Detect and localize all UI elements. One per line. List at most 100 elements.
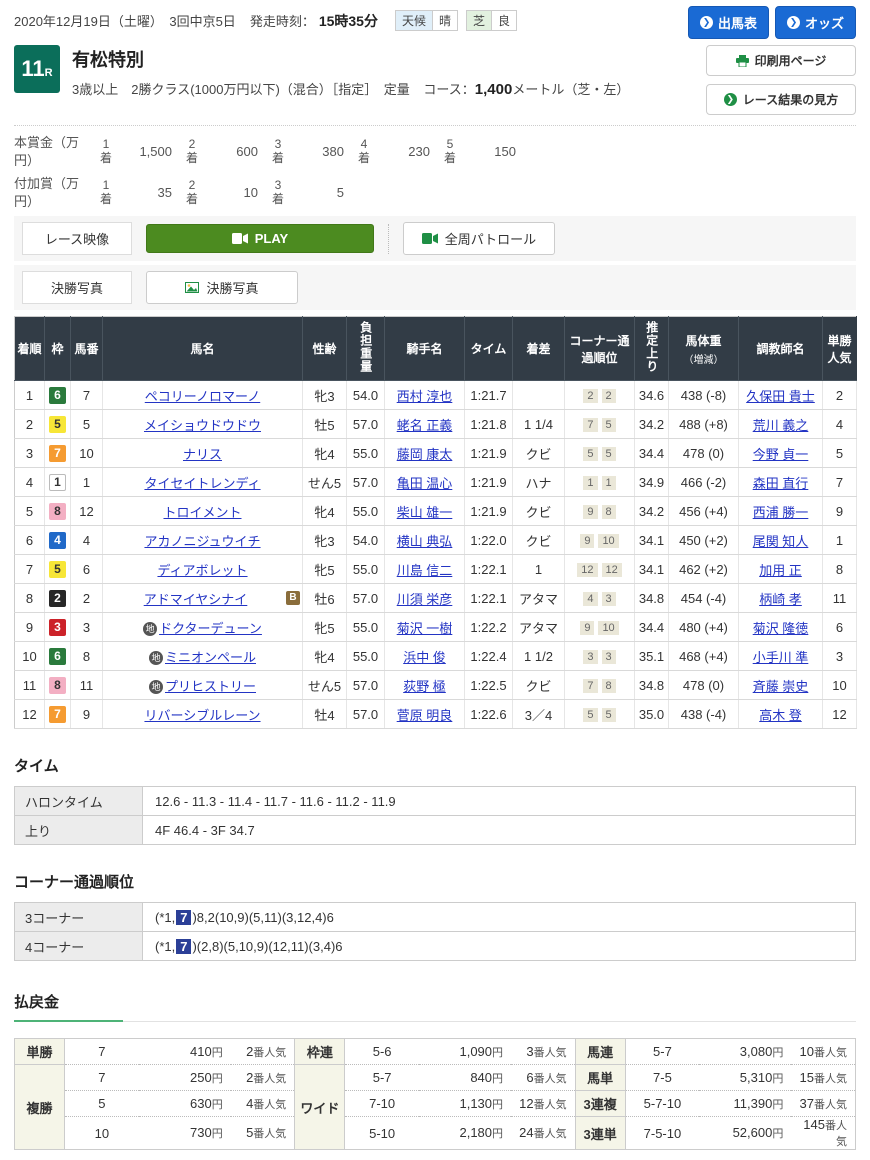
- photo-icon: [185, 282, 199, 293]
- payout-popularity-suffix: 番人気: [814, 1073, 847, 1085]
- trainer-link[interactable]: 小手川 準: [753, 650, 809, 665]
- time-cell: 1:21.9: [465, 497, 513, 526]
- last-3f-cell: 34.2: [635, 497, 669, 526]
- jockey-link[interactable]: 荻野 極: [403, 679, 446, 694]
- last-3f-cell: 34.1: [635, 555, 669, 584]
- corner-order-pre: (*1,: [155, 939, 175, 954]
- finish-position: 12: [15, 700, 45, 729]
- jockey-link[interactable]: 柴山 雄一: [397, 505, 453, 520]
- prize-place-number: 4: [361, 138, 368, 152]
- finish-position: 4: [15, 468, 45, 497]
- horse-link[interactable]: ディアボレット: [157, 563, 247, 578]
- result-guide-button[interactable]: ❯ レース結果の見方: [706, 84, 856, 115]
- last-up-label: 上り: [15, 816, 143, 845]
- jockey-link[interactable]: 西村 淳也: [397, 389, 453, 404]
- payout-popularity: 15番人気: [791, 1065, 855, 1091]
- odds-button[interactable]: ❯オッズ: [775, 6, 856, 39]
- payout-popularity-number: 6: [526, 1070, 533, 1085]
- corner-position: 9: [580, 534, 594, 548]
- payout-yen-suffix: 円: [492, 1099, 503, 1111]
- jockey-cell: 亀田 温心: [385, 468, 465, 497]
- jockey-link[interactable]: 亀田 温心: [397, 476, 453, 491]
- horse-link[interactable]: メイショウドウドウ: [144, 418, 261, 433]
- finish-photo-button[interactable]: 決勝写真: [146, 271, 298, 304]
- trainer-cell: 斉藤 崇史: [739, 671, 823, 700]
- jockey-cell: 浜中 俊: [385, 642, 465, 671]
- horse-link[interactable]: ペコリーノロマーノ: [145, 389, 260, 404]
- trainer-link[interactable]: 荒川 義之: [753, 418, 809, 433]
- trainer-link[interactable]: 西浦 勝一: [753, 505, 809, 520]
- print-page-button[interactable]: 印刷用ページ: [706, 45, 856, 76]
- payout-amount-number: 3,080: [740, 1044, 773, 1059]
- trainer-cell: 菊沢 隆徳: [739, 613, 823, 642]
- shutsubahyo-button[interactable]: ❯出馬表: [688, 6, 769, 39]
- col-carried-weight-label: 負担重量: [359, 321, 372, 373]
- trainer-link[interactable]: 菊沢 隆徳: [753, 621, 809, 636]
- payout-popularity-number: 5: [246, 1125, 253, 1140]
- horse-link[interactable]: トロイメント: [163, 505, 241, 520]
- corner-order-cell: 55: [565, 700, 635, 729]
- payout-amount: 11,390円: [699, 1091, 791, 1117]
- finish-position: 8: [15, 584, 45, 613]
- jockey-cell: 荻野 極: [385, 671, 465, 700]
- play-button[interactable]: PLAY: [146, 224, 374, 253]
- payout-popularity: 37番人気: [791, 1091, 855, 1117]
- jockey-link[interactable]: 菊沢 一樹: [397, 621, 453, 636]
- horse-link[interactable]: アカノニジュウイチ: [144, 534, 260, 549]
- horse-number: 12: [71, 497, 103, 526]
- trainer-link[interactable]: 加用 正: [759, 563, 802, 578]
- horse-link[interactable]: ミニオンペール: [165, 650, 256, 665]
- margin-cell: アタマ: [513, 613, 565, 642]
- payout-combination: 5-6: [345, 1039, 419, 1065]
- horse-link[interactable]: プリヒストリー: [165, 679, 256, 694]
- jockey-link[interactable]: 川須 栄彦: [397, 592, 453, 607]
- payout-popularity-number: 15: [800, 1070, 814, 1085]
- jockey-link[interactable]: 川島 信二: [397, 563, 453, 578]
- payout-amount-number: 730: [190, 1125, 212, 1140]
- patrol-video-button[interactable]: 全周パトロール: [403, 222, 555, 255]
- sex-age: せん5: [303, 468, 347, 497]
- horse-name-cell: アドマイヤシナイB: [103, 584, 303, 613]
- payout-amount: 630円: [139, 1091, 231, 1117]
- trainer-link[interactable]: 今野 貞一: [753, 447, 809, 462]
- trainer-link[interactable]: 久保田 貴士: [746, 389, 815, 404]
- corner-position: 9: [583, 505, 597, 519]
- prize-place: 3着: [268, 138, 288, 166]
- horse-link[interactable]: ナリス: [183, 447, 222, 462]
- bracket-number: 1: [49, 474, 66, 491]
- corner-position: 12: [577, 563, 597, 577]
- prize-value: 230: [374, 144, 440, 159]
- trainer-link[interactable]: 高木 登: [759, 708, 802, 723]
- shutsubahyo-label: 出馬表: [718, 13, 757, 32]
- horse-link[interactable]: アドマイヤシナイ: [144, 592, 248, 607]
- prize-place-number: 3: [275, 138, 282, 152]
- trainer-cell: 荒川 義之: [739, 410, 823, 439]
- horse-link[interactable]: タイセイトレンディ: [144, 476, 260, 491]
- jockey-cell: 菅原 明良: [385, 700, 465, 729]
- weather-value: 晴: [432, 10, 458, 31]
- jockey-link[interactable]: 蛯名 正義: [397, 418, 453, 433]
- trainer-link[interactable]: 斉藤 崇史: [753, 679, 809, 694]
- jockey-link[interactable]: 菅原 明良: [397, 708, 453, 723]
- payout-combination: 5-10: [345, 1117, 419, 1150]
- prize-item: 1着1,500: [96, 134, 182, 169]
- trainer-cell: 久保田 貴士: [739, 381, 823, 410]
- jockey-link[interactable]: 横山 典弘: [397, 534, 453, 549]
- horse-link[interactable]: ドクターデューン: [159, 621, 262, 636]
- bracket-cell: 8: [45, 497, 71, 526]
- jockey-link[interactable]: 藤岡 康太: [397, 447, 453, 462]
- horse-link[interactable]: リバーシブルレーン: [144, 708, 260, 723]
- payout-amount-number: 5,310: [740, 1070, 773, 1085]
- race-video-row: レース映像 PLAY 全周パトロール: [14, 216, 856, 261]
- payout-amount-number: 11,390: [734, 1096, 773, 1111]
- time-cell: 1:22.4: [465, 642, 513, 671]
- bracket-number: 5: [49, 416, 66, 433]
- payout-popularity: 4番人気: [231, 1091, 295, 1117]
- trainer-link[interactable]: 尾関 知人: [753, 534, 809, 549]
- result-guide-label: レース結果の見方: [743, 91, 838, 108]
- payout-combination: 7-5: [625, 1065, 699, 1091]
- odds-label: オッズ: [805, 13, 844, 32]
- trainer-link[interactable]: 森田 直行: [753, 476, 809, 491]
- jockey-link[interactable]: 浜中 俊: [403, 650, 446, 665]
- trainer-link[interactable]: 柄崎 孝: [759, 592, 802, 607]
